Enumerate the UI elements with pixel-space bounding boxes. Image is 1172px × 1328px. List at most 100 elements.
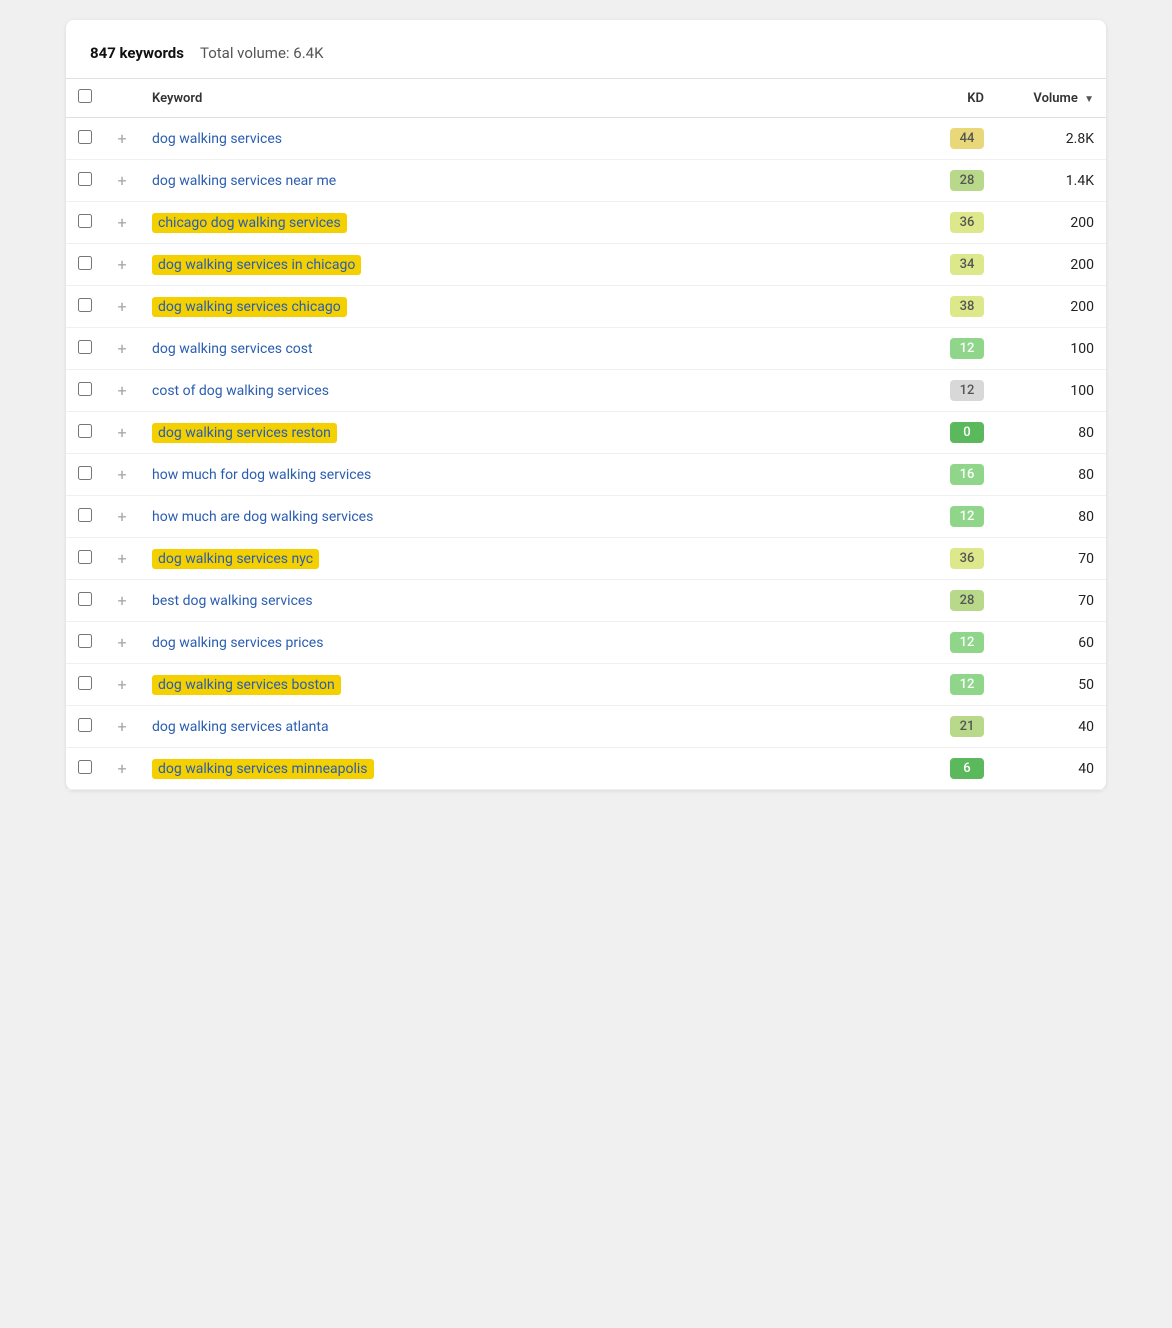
add-keyword-cell[interactable]: +	[104, 496, 140, 538]
row-checkbox-cell[interactable]	[66, 538, 104, 580]
row-checkbox[interactable]	[78, 298, 92, 312]
keyword-cell[interactable]: dog walking services in chicago	[140, 244, 916, 286]
keyword-cell[interactable]: cost of dog walking services	[140, 370, 916, 412]
keyword-text[interactable]: how much for dog walking services	[152, 467, 371, 483]
row-checkbox-cell[interactable]	[66, 748, 104, 790]
row-checkbox-cell[interactable]	[66, 202, 104, 244]
row-checkbox-cell[interactable]	[66, 664, 104, 706]
row-checkbox-cell[interactable]	[66, 328, 104, 370]
keyword-text[interactable]: dog walking services reston	[152, 423, 337, 443]
add-keyword-cell[interactable]: +	[104, 622, 140, 664]
plus-icon[interactable]: +	[117, 129, 126, 148]
plus-icon[interactable]: +	[117, 549, 126, 568]
keyword-cell[interactable]: dog walking services chicago	[140, 286, 916, 328]
row-checkbox-cell[interactable]	[66, 496, 104, 538]
row-checkbox[interactable]	[78, 718, 92, 732]
keyword-cell[interactable]: dog walking services prices	[140, 622, 916, 664]
plus-icon[interactable]: +	[117, 717, 126, 736]
plus-icon[interactable]: +	[117, 507, 126, 526]
row-checkbox[interactable]	[78, 760, 92, 774]
add-keyword-cell[interactable]: +	[104, 706, 140, 748]
add-keyword-cell[interactable]: +	[104, 748, 140, 790]
row-checkbox[interactable]	[78, 172, 92, 186]
add-keyword-cell[interactable]: +	[104, 370, 140, 412]
plus-icon[interactable]: +	[117, 633, 126, 652]
keyword-text[interactable]: dog walking services near me	[152, 173, 336, 189]
add-keyword-cell[interactable]: +	[104, 286, 140, 328]
row-checkbox[interactable]	[78, 508, 92, 522]
plus-icon[interactable]: +	[117, 759, 126, 778]
row-checkbox[interactable]	[78, 676, 92, 690]
row-checkbox-cell[interactable]	[66, 580, 104, 622]
keyword-text[interactable]: dog walking services cost	[152, 341, 313, 357]
keyword-text[interactable]: dog walking services nyc	[152, 549, 319, 569]
row-checkbox[interactable]	[78, 592, 92, 606]
plus-icon[interactable]: +	[117, 465, 126, 484]
keyword-cell[interactable]: dog walking services cost	[140, 328, 916, 370]
add-keyword-cell[interactable]: +	[104, 118, 140, 160]
row-checkbox-cell[interactable]	[66, 622, 104, 664]
keyword-text[interactable]: best dog walking services	[152, 593, 313, 609]
keyword-cell[interactable]: how much for dog walking services	[140, 454, 916, 496]
add-keyword-cell[interactable]: +	[104, 664, 140, 706]
row-checkbox-cell[interactable]	[66, 370, 104, 412]
add-keyword-cell[interactable]: +	[104, 202, 140, 244]
row-checkbox[interactable]	[78, 214, 92, 228]
keyword-cell[interactable]: dog walking services boston	[140, 664, 916, 706]
keyword-cell[interactable]: dog walking services nyc	[140, 538, 916, 580]
row-checkbox[interactable]	[78, 424, 92, 438]
add-keyword-cell[interactable]: +	[104, 244, 140, 286]
add-keyword-cell[interactable]: +	[104, 538, 140, 580]
row-checkbox-cell[interactable]	[66, 118, 104, 160]
row-checkbox[interactable]	[78, 550, 92, 564]
row-checkbox[interactable]	[78, 382, 92, 396]
keyword-cell[interactable]: dog walking services atlanta	[140, 706, 916, 748]
add-keyword-cell[interactable]: +	[104, 454, 140, 496]
plus-icon[interactable]: +	[117, 675, 126, 694]
keyword-text[interactable]: dog walking services boston	[152, 675, 341, 695]
add-keyword-cell[interactable]: +	[104, 160, 140, 202]
row-checkbox[interactable]	[78, 466, 92, 480]
row-checkbox-cell[interactable]	[66, 244, 104, 286]
keyword-text[interactable]: how much are dog walking services	[152, 509, 373, 525]
plus-icon[interactable]: +	[117, 171, 126, 190]
row-checkbox[interactable]	[78, 634, 92, 648]
plus-icon[interactable]: +	[117, 255, 126, 274]
plus-icon[interactable]: +	[117, 339, 126, 358]
keyword-text[interactable]: dog walking services minneapolis	[152, 759, 374, 779]
row-checkbox[interactable]	[78, 130, 92, 144]
row-checkbox[interactable]	[78, 256, 92, 270]
plus-icon[interactable]: +	[117, 591, 126, 610]
plus-icon[interactable]: +	[117, 213, 126, 232]
keyword-cell[interactable]: dog walking services near me	[140, 160, 916, 202]
volume-col-header[interactable]: Volume ▼	[996, 79, 1106, 118]
keyword-text[interactable]: dog walking services	[152, 131, 282, 147]
kd-col-header[interactable]: KD	[916, 79, 996, 118]
plus-icon[interactable]: +	[117, 381, 126, 400]
keyword-text[interactable]: dog walking services chicago	[152, 297, 347, 317]
keyword-text[interactable]: dog walking services atlanta	[152, 719, 329, 735]
select-all-checkbox[interactable]	[78, 89, 92, 103]
row-checkbox-cell[interactable]	[66, 454, 104, 496]
keyword-cell[interactable]: best dog walking services	[140, 580, 916, 622]
row-checkbox-cell[interactable]	[66, 286, 104, 328]
keyword-cell[interactable]: dog walking services minneapolis	[140, 748, 916, 790]
plus-icon[interactable]: +	[117, 423, 126, 442]
keyword-cell[interactable]: dog walking services reston	[140, 412, 916, 454]
keyword-cell[interactable]: chicago dog walking services	[140, 202, 916, 244]
row-checkbox-cell[interactable]	[66, 412, 104, 454]
keyword-text[interactable]: cost of dog walking services	[152, 383, 329, 399]
select-all-header[interactable]	[66, 79, 104, 118]
keyword-cell[interactable]: how much are dog walking services	[140, 496, 916, 538]
keyword-cell[interactable]: dog walking services	[140, 118, 916, 160]
add-keyword-cell[interactable]: +	[104, 412, 140, 454]
add-keyword-cell[interactable]: +	[104, 328, 140, 370]
row-checkbox-cell[interactable]	[66, 160, 104, 202]
row-checkbox[interactable]	[78, 340, 92, 354]
row-checkbox-cell[interactable]	[66, 706, 104, 748]
plus-icon[interactable]: +	[117, 297, 126, 316]
keyword-text[interactable]: dog walking services prices	[152, 635, 323, 651]
keyword-text[interactable]: dog walking services in chicago	[152, 255, 361, 275]
add-keyword-cell[interactable]: +	[104, 580, 140, 622]
keyword-text[interactable]: chicago dog walking services	[152, 213, 347, 233]
